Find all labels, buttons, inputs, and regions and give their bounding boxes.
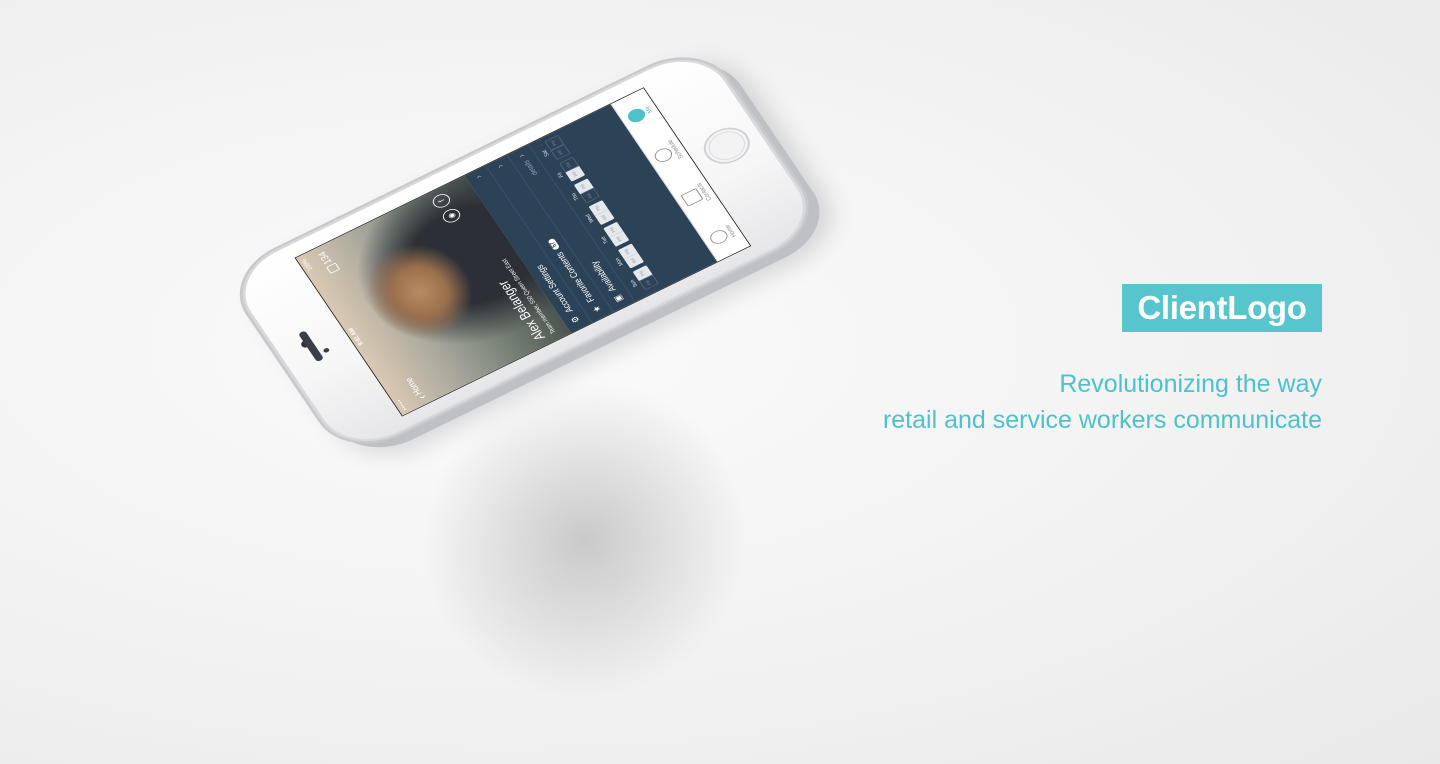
status-bar: ••••• 9:41 AM 100% — [296, 252, 415, 415]
chevron-right-icon: › — [472, 173, 485, 181]
tab-home[interactable]: Home — [706, 224, 738, 247]
hero-actions: ◉ f — [429, 191, 464, 226]
chevron-right-icon: › — [515, 152, 528, 160]
signal-icon: ••••• — [395, 397, 410, 412]
proximity-sensor — [322, 347, 331, 354]
chevron-right-icon: › — [494, 162, 507, 170]
back-label: Home — [403, 375, 425, 397]
tagline-line-2: retail and service workers communicate — [882, 406, 1322, 434]
facebook-icon[interactable]: f — [429, 191, 453, 211]
tab-contacts[interactable]: Contacts — [678, 182, 713, 210]
calendar-icon: ▣ — [611, 293, 626, 304]
battery-level: 100% — [300, 257, 315, 272]
inbox-icon — [325, 262, 340, 275]
client-logo: ClientLogo — [1122, 284, 1322, 332]
status-time: 9:41 AM — [347, 326, 365, 346]
details-link[interactable]: details — [521, 159, 538, 177]
camera-icon[interactable]: ◉ — [440, 206, 464, 226]
favorite-count-badge: 57 — [547, 238, 560, 251]
back-button[interactable]: ‹ Home — [403, 375, 429, 403]
day-sun: Sun AM PM — [626, 265, 659, 294]
tagline: Revolutionizing the way retail and servi… — [883, 366, 1322, 438]
tab-schedule[interactable]: Schedule — [649, 139, 685, 168]
tab-me[interactable]: Me — [624, 103, 656, 126]
tagline-line-1: Revolutionizing the way — [1059, 370, 1322, 398]
home-button[interactable] — [696, 120, 758, 171]
phone-mockup: ••••• 9:41 AM 100% ‹ Home 134 ◉ f Alex B… — [130, 45, 822, 650]
phone-screen: ••••• 9:41 AM 100% ‹ Home 134 ◉ f Alex B… — [294, 87, 752, 417]
gear-icon: ⚙ — [568, 314, 583, 325]
chevron-left-icon: ‹ — [414, 393, 429, 403]
phone-body: ••••• 9:41 AM 100% ‹ Home 134 ◉ f Alex B… — [226, 45, 822, 456]
star-icon: ★ — [590, 303, 604, 314]
